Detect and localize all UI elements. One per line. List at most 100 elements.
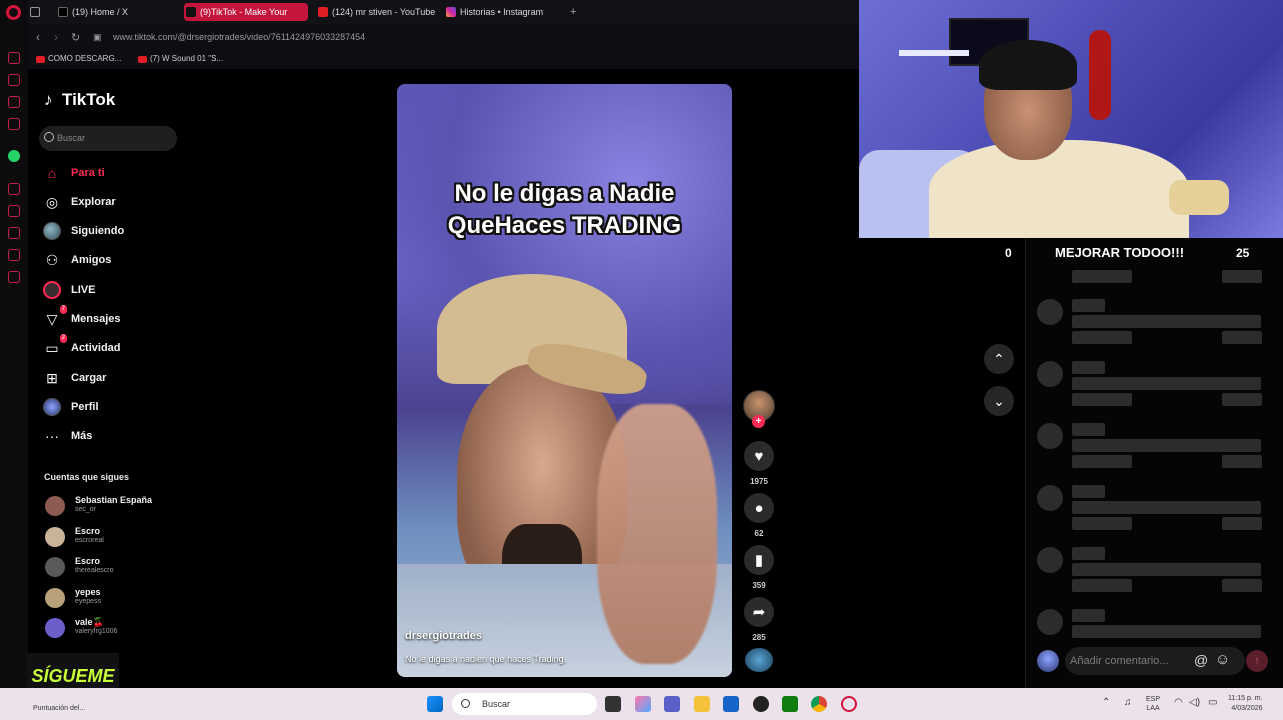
nav-cargar[interactable]: ⊞ Cargar: [42, 367, 106, 389]
nav-actividad[interactable]: ▭ 2 Actividad: [42, 334, 121, 359]
followed-account[interactable]: vale🍒 valeryfrg1006: [44, 615, 194, 641]
nav-live[interactable]: LIVE: [42, 279, 95, 301]
save-count: 359: [752, 581, 766, 590]
battery-icon[interactable]: ▭: [1208, 697, 1217, 708]
score-left: 0: [1005, 246, 1012, 260]
opera-icon[interactable]: [841, 696, 857, 712]
followed-account[interactable]: Escro escroreal: [44, 524, 194, 550]
task-view-icon[interactable]: [605, 696, 621, 712]
nav-explorar[interactable]: ◎ Explorar: [42, 191, 116, 213]
comment-avatar-skeleton: [1037, 361, 1063, 387]
friends-icon: ⚇: [45, 251, 59, 268]
next-video-button[interactable]: ⌄: [984, 386, 1014, 416]
url-field[interactable]: www.tiktok.com/@drsergiotrades/video/761…: [113, 32, 365, 42]
mention-icon[interactable]: @: [1194, 652, 1208, 668]
like-button[interactable]: ♥: [744, 441, 774, 471]
tab-youtube[interactable]: (124) mr stiven - YouTube: [316, 3, 436, 21]
save-button[interactable]: ▮: [744, 545, 774, 575]
share-button[interactable]: ➦: [744, 597, 774, 627]
clock[interactable]: 11:15 p. m. 4/03/2026: [1228, 694, 1263, 714]
rail-bag-icon[interactable]: [8, 74, 20, 86]
tiktok-logo[interactable]: ♪ TikTok: [44, 90, 115, 110]
following-section-title: Cuentas que sigues: [44, 472, 130, 482]
overlay-banner: MEJORAR TODOO!!!: [1055, 245, 1185, 260]
comment-avatar-skeleton: [1037, 423, 1063, 449]
forward-icon[interactable]: ›: [54, 30, 58, 44]
comment-skeleton: [1072, 423, 1105, 436]
rail-pin-icon[interactable]: [8, 249, 20, 261]
upload-icon: ⊞: [46, 369, 58, 386]
search-input[interactable]: Buscar: [39, 126, 177, 151]
xbox-icon[interactable]: [782, 696, 798, 712]
taskbar-search[interactable]: Buscar: [452, 693, 597, 715]
back-icon[interactable]: ‹: [36, 30, 40, 44]
nav-siguiendo[interactable]: Siguiendo: [42, 220, 124, 242]
reload-icon[interactable]: ↻: [71, 31, 80, 44]
nav-mas[interactable]: ··· Más: [42, 425, 92, 447]
x-icon: [58, 7, 68, 17]
rail-history-icon[interactable]: [8, 52, 20, 64]
microphone-icon[interactable]: ♫: [1124, 697, 1132, 708]
nav-mensajes[interactable]: ▽ 7 Mensajes: [42, 305, 121, 330]
comment-skeleton: [1072, 609, 1105, 622]
bookmark-item[interactable]: COMO DESCARG...: [36, 54, 121, 63]
tab-grid-icon[interactable]: [28, 3, 48, 21]
rail-instagram-icon[interactable]: [8, 118, 20, 130]
volume-icon[interactable]: ◁): [1189, 697, 1200, 708]
windows-start-icon[interactable]: [427, 696, 443, 712]
nav-para-ti[interactable]: ⌂ Para ti: [42, 162, 105, 184]
video-author[interactable]: drsergiotrades: [405, 630, 482, 642]
follow-plus-icon[interactable]: +: [752, 415, 765, 428]
comment-skeleton: [1222, 331, 1262, 344]
language-indicator[interactable]: ESP LAA: [1146, 695, 1160, 713]
rail-player-icon[interactable]: [8, 183, 20, 195]
screen: (19) Home / X (9)TikTok - Make Your (124…: [0, 0, 1283, 720]
file-explorer-icon[interactable]: [694, 696, 710, 712]
video-player[interactable]: No le digas a Nadie QueHaces TRADING drs…: [397, 84, 732, 677]
tab-tiktok[interactable]: (9)TikTok - Make Your: [184, 3, 308, 21]
home-icon: ⌂: [47, 165, 57, 181]
followed-account[interactable]: yepes eyepess: [44, 585, 194, 611]
nav-amigos[interactable]: ⚇ Amigos: [42, 249, 112, 271]
bookmark-item[interactable]: (7) W Sound 01 "S...: [138, 54, 223, 63]
messages-badge: 7: [59, 305, 67, 314]
score-widget[interactable]: Puntuación del...: [33, 705, 85, 712]
tab-instagram[interactable]: Historias • Instagram: [444, 3, 566, 21]
music-disc-icon[interactable]: [745, 648, 773, 672]
store-icon[interactable]: [723, 696, 739, 712]
opera-logo-icon[interactable]: [6, 5, 21, 20]
previous-video-button[interactable]: ⌃: [984, 344, 1014, 374]
followed-account[interactable]: Sebastian España sec_or: [44, 493, 194, 519]
send-comment-button[interactable]: ↑: [1246, 650, 1268, 672]
profile-avatar-icon: [42, 397, 62, 417]
rail-wallet-icon[interactable]: [8, 205, 20, 217]
nav-perfil[interactable]: Perfil: [42, 396, 99, 418]
tab-x[interactable]: (19) Home / X: [56, 3, 176, 21]
tiktok-note-icon: ♪: [44, 90, 53, 109]
copilot-icon[interactable]: [635, 696, 651, 712]
search-icon: [461, 699, 470, 708]
comment-skeleton: [1072, 393, 1132, 406]
rail-messenger-icon[interactable]: [8, 96, 20, 108]
followed-account[interactable]: Escro therealescro: [44, 554, 194, 580]
activity-icon: ▭ 2: [45, 334, 67, 356]
comment-skeleton: [1222, 455, 1262, 468]
rail-clock-icon[interactable]: [8, 227, 20, 239]
emoji-icon[interactable]: ☺: [1215, 651, 1230, 668]
more-icon: ···: [45, 428, 59, 444]
app-icon[interactable]: [753, 696, 769, 712]
whatsapp-icon[interactable]: [8, 150, 20, 162]
rail-settings-icon[interactable]: [8, 271, 20, 283]
comment-skeleton: [1072, 315, 1261, 328]
teams-icon[interactable]: [664, 696, 680, 712]
comment-skeleton: [1072, 299, 1105, 312]
chrome-icon[interactable]: [811, 696, 827, 712]
score-right: 25: [1236, 246, 1250, 260]
comment-button[interactable]: ●: [744, 493, 774, 523]
chevron-up-icon[interactable]: ⌃: [1102, 697, 1110, 708]
comment-skeleton: [1072, 439, 1261, 452]
comment-skeleton: [1072, 270, 1132, 283]
new-tab-button[interactable]: +: [564, 3, 584, 21]
comment-avatar-skeleton: [1037, 299, 1063, 325]
wifi-icon[interactable]: ◠: [1174, 697, 1183, 708]
